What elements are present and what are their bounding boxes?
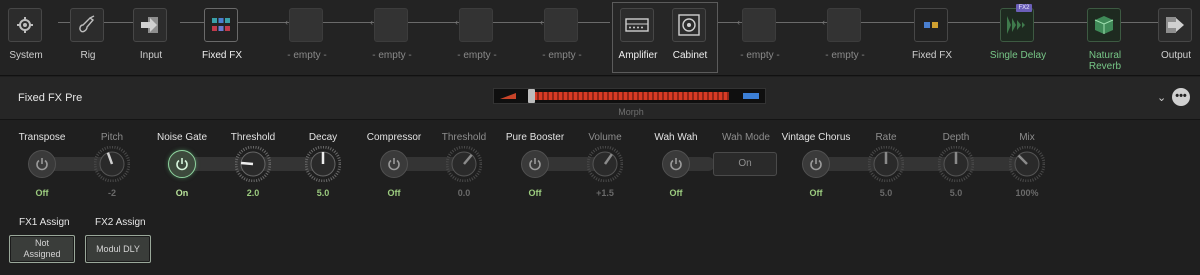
- morph-handle[interactable]: [528, 89, 535, 103]
- slot-box[interactable]: [742, 8, 776, 42]
- guitar-icon: [79, 15, 95, 33]
- power-icon: [810, 158, 822, 171]
- delay-waveform-icon: [1007, 16, 1025, 34]
- decay-knob[interactable]: [305, 146, 341, 182]
- slot-label: Output: [1160, 50, 1192, 61]
- slot-label: - empty -: [740, 50, 780, 61]
- transpose-power-button[interactable]: [28, 150, 56, 178]
- slot-box[interactable]: [204, 8, 238, 42]
- morph-slider[interactable]: [493, 88, 766, 104]
- chain-slot-empty[interactable]: - empty -: [447, 7, 507, 73]
- chain-slot-empty[interactable]: - empty -: [532, 7, 592, 73]
- morph-end-icon: [743, 93, 759, 99]
- param-value: Off: [669, 188, 683, 198]
- slot-label: Fixed FX: [911, 50, 952, 61]
- fx2-badge: FX2: [1016, 4, 1032, 12]
- block-header: Fixed FX Pre Morph ⌄ •••: [0, 77, 1200, 120]
- slot-label: - empty -: [457, 50, 497, 61]
- fx1-assign-label: FX1 Assign: [19, 217, 70, 228]
- param-label: Mix: [1019, 132, 1035, 143]
- slot-box[interactable]: [1158, 8, 1192, 42]
- fx2-assign-label: FX2 Assign: [95, 217, 146, 228]
- slot-label: - empty -: [542, 50, 582, 61]
- slot-label: Fixed FX: [201, 50, 242, 61]
- param-value: 100%: [1015, 188, 1039, 198]
- slot-box[interactable]: [620, 8, 654, 42]
- slot-label: - empty -: [372, 50, 412, 61]
- pitch-knob[interactable]: [94, 146, 130, 182]
- param-rail: [805, 157, 1030, 171]
- compressor-threshold-knob[interactable]: [446, 146, 482, 182]
- chain-slot-input[interactable]: Input: [121, 7, 181, 73]
- input-arrow-icon: [141, 17, 158, 33]
- fixed-fx-grid-icon: [212, 18, 230, 31]
- depth-knob[interactable]: [938, 146, 974, 182]
- chain-slot-output[interactable]: Output: [1146, 7, 1200, 73]
- power-icon: [388, 158, 400, 171]
- power-icon: [176, 158, 188, 171]
- wah-mode-toggle[interactable]: On: [713, 152, 777, 176]
- slot-label: - empty -: [287, 50, 327, 61]
- volume-knob[interactable]: [587, 146, 623, 182]
- power-icon: [670, 158, 682, 171]
- chain-slot-rig[interactable]: Rig: [58, 7, 118, 73]
- morph-fill: [534, 92, 729, 100]
- slot-box[interactable]: [672, 8, 706, 42]
- fixed-fx-icon: [924, 22, 938, 28]
- slot-box[interactable]: [914, 8, 948, 42]
- slot-box[interactable]: [1087, 8, 1121, 42]
- slot-box[interactable]: [289, 8, 323, 42]
- gear-icon: [17, 17, 33, 33]
- chevron-down-icon[interactable]: ⌄: [1157, 91, 1166, 104]
- morph-ramp-icon: [500, 93, 516, 99]
- slot-box[interactable]: [459, 8, 493, 42]
- slot-box[interactable]: [544, 8, 578, 42]
- slot-box[interactable]: [133, 8, 167, 42]
- slot-box[interactable]: [70, 8, 104, 42]
- slot-label: - empty -: [825, 50, 865, 61]
- fx1-assign-value: Not Assigned: [23, 238, 61, 259]
- amplifier-icon: [625, 18, 649, 32]
- mix-knob[interactable]: [1009, 146, 1045, 182]
- vintage-chorus-power-button[interactable]: [802, 150, 830, 178]
- cabinet-speaker-icon: [678, 14, 700, 36]
- chain-slot-empty[interactable]: - empty -: [277, 7, 337, 73]
- compressor-power-button[interactable]: [380, 150, 408, 178]
- fx1-assign-button[interactable]: Not Assigned: [9, 235, 75, 263]
- slot-label: Natural Reverb: [1088, 50, 1122, 72]
- slot-label: Single Delay: [989, 50, 1047, 61]
- chain-slot-empty[interactable]: - empty -: [730, 7, 790, 73]
- chain-slot-fixed-fx-post[interactable]: Fixed FX: [902, 7, 962, 73]
- reverb-cube-icon: [1094, 16, 1114, 34]
- power-icon: [529, 158, 541, 171]
- chain-slot-natural-reverb[interactable]: Natural Reverb: [1075, 7, 1135, 73]
- threshold-knob[interactable]: [235, 146, 271, 182]
- output-arrow-icon: [1166, 17, 1184, 33]
- slot-label: Cabinet: [672, 50, 708, 61]
- slot-box[interactable]: [8, 8, 42, 42]
- pure-booster-power-button[interactable]: [521, 150, 549, 178]
- slot-label: Input: [139, 50, 163, 61]
- noise-gate-power-button[interactable]: [168, 150, 196, 178]
- fx2-assign-button[interactable]: Modul DLY: [85, 235, 151, 263]
- chain-slot-system[interactable]: System: [0, 7, 56, 73]
- power-icon: [36, 158, 48, 171]
- chain-slot-fixed-fx-pre[interactable]: Fixed FX: [192, 7, 252, 73]
- chain-slot-amplifier[interactable]: Amplifier: [608, 7, 668, 73]
- chain-slot-single-delay[interactable]: FX2 Single Delay: [988, 4, 1048, 73]
- more-options-icon[interactable]: •••: [1172, 88, 1190, 106]
- slot-box[interactable]: [374, 8, 408, 42]
- wah-wah-power-button[interactable]: [662, 150, 690, 178]
- morph-label: Morph: [618, 107, 644, 117]
- signal-chain: ‹ ‹ ‹ ‹ ‹ ‹ System Rig Input Fixed FX - …: [0, 0, 1200, 76]
- slot-box[interactable]: [827, 8, 861, 42]
- rate-knob[interactable]: [868, 146, 904, 182]
- chain-slot-empty[interactable]: - empty -: [362, 7, 422, 73]
- chain-slot-empty[interactable]: - empty -: [815, 7, 875, 73]
- slot-box[interactable]: FX2: [1000, 4, 1034, 42]
- chain-slot-cabinet[interactable]: Cabinet: [660, 7, 720, 73]
- block-title: Fixed FX Pre: [18, 92, 83, 104]
